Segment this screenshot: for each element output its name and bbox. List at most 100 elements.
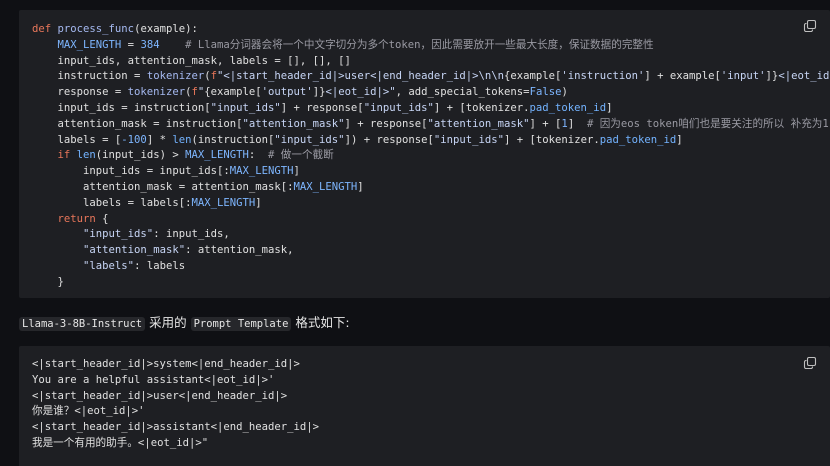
code-token: ] bbox=[357, 180, 364, 193]
code-token: 'input' bbox=[720, 70, 766, 83]
code-token: MAX_LENGTH bbox=[191, 196, 256, 209]
code-token: "input_ids" bbox=[433, 133, 505, 146]
code-token: { bbox=[95, 212, 109, 225]
code-token: "input_ids" bbox=[274, 133, 345, 146]
code-token: 384 bbox=[140, 38, 160, 51]
code-token: "input_ids" bbox=[83, 228, 154, 241]
code-token: } bbox=[32, 275, 64, 288]
code-token: "input_ids" bbox=[363, 101, 434, 114]
description-text-suffix: 格式如下: bbox=[291, 315, 350, 330]
code-token: ] bbox=[293, 165, 300, 178]
copy-icon bbox=[803, 19, 817, 33]
code-token: ]} bbox=[312, 86, 326, 99]
code-token: ] * bbox=[146, 133, 173, 146]
code-token: if bbox=[57, 149, 77, 162]
code-token: ] + [ bbox=[529, 117, 562, 130]
description-text: 采用的 bbox=[145, 315, 191, 330]
code-line: "input_ids": input_ids, bbox=[32, 227, 830, 243]
prompt-template-description: Llama-3-8B-Instruct 采用的 Prompt Template … bbox=[19, 313, 350, 334]
code-token: response = bbox=[32, 86, 128, 99]
code-token: "attention_mask" bbox=[83, 244, 186, 257]
code-line: if len(input_ids) > MAX_LENGTH: # 做一个截断 bbox=[32, 148, 830, 164]
code-token: <|eot_id|>" bbox=[325, 86, 396, 99]
code-line: labels = [-100] * len(instruction["input… bbox=[32, 133, 830, 149]
code-token: {example[ bbox=[504, 70, 562, 83]
code-token: ] bbox=[567, 117, 587, 130]
code-token: : bbox=[248, 149, 269, 162]
code-token: MAX_LENGTH bbox=[57, 38, 122, 51]
code-token: ] bbox=[676, 133, 683, 146]
code-line: input_ids = instruction["input_ids"] + r… bbox=[32, 101, 830, 117]
code-token: return bbox=[57, 212, 96, 225]
code-content: def process_func(example): MAX_LENGTH = … bbox=[32, 22, 830, 291]
code-token: ) bbox=[561, 86, 568, 99]
code-token: ] bbox=[255, 196, 262, 209]
code-token: len bbox=[172, 133, 192, 146]
code-token: 'output' bbox=[261, 86, 313, 99]
code-token: ] + [tokenizer. bbox=[433, 101, 530, 114]
code-token: <|eot_id|> bbox=[778, 70, 830, 83]
code-token: # 做一个截断 bbox=[268, 149, 334, 162]
code-token: : attention_mask, bbox=[185, 244, 294, 257]
copy-code-button[interactable] bbox=[803, 356, 817, 370]
code-token: pad_token_id bbox=[529, 101, 607, 114]
code-token: (example): bbox=[134, 23, 198, 35]
code-line: response = tokenizer(f"{example['output'… bbox=[32, 85, 830, 101]
copy-code-button[interactable] bbox=[803, 19, 817, 33]
code-token: "labels" bbox=[83, 259, 135, 272]
code-token: <|start_header_id|>system<|end_header_id… bbox=[32, 358, 300, 370]
code-token: def bbox=[32, 23, 58, 35]
code-token: labels = [ bbox=[32, 133, 122, 146]
code-line: <|start_header_id|>user<|end_header_id|> bbox=[32, 389, 319, 405]
code-token: 'instruction' bbox=[561, 70, 645, 83]
code-token: : labels bbox=[134, 259, 186, 272]
code-token: = bbox=[121, 38, 141, 51]
code-token: ] + example[ bbox=[644, 70, 721, 83]
code-token: "input_ids" bbox=[210, 101, 281, 114]
code-line: } bbox=[32, 275, 830, 291]
code-token: MAX_LENGTH bbox=[185, 149, 249, 162]
code-token: , add_special_tokens= bbox=[395, 86, 530, 99]
code-token: ] + response[ bbox=[280, 101, 364, 114]
code-token: "attention_mask" bbox=[427, 117, 530, 130]
copy-icon bbox=[803, 356, 817, 370]
code-token: input_ids = instruction[ bbox=[32, 101, 211, 114]
code-token: {example[ bbox=[204, 86, 262, 99]
code-token: : input_ids, bbox=[153, 228, 230, 241]
code-token: False bbox=[529, 86, 562, 99]
code-token: # Llama分词器会将一个中文字切分为多个token，因此需要放开一些最大长度… bbox=[185, 38, 654, 51]
code-line: return { bbox=[32, 212, 830, 228]
code-token: ] bbox=[606, 101, 613, 114]
code-token: 我是一个有用的助手。<|eot_id|>" bbox=[32, 436, 209, 449]
code-token: input_ids = input_ids[: bbox=[32, 165, 230, 178]
code-token: labels = labels[: bbox=[32, 196, 192, 209]
code-line: You are a helpful assistant<|eot_id|>' bbox=[32, 373, 319, 389]
code-line: attention_mask = attention_mask[:MAX_LEN… bbox=[32, 180, 830, 196]
code-token: attention_mask = attention_mask[: bbox=[32, 180, 294, 193]
code-line: 我是一个有用的助手。<|eot_id|>" bbox=[32, 436, 319, 452]
code-token: input_ids, attention_mask, labels = [], … bbox=[32, 54, 351, 67]
code-token: ] + response[ bbox=[344, 117, 428, 130]
code-line: labels = labels[:MAX_LENGTH] bbox=[32, 196, 830, 212]
code-token: ] + [tokenizer. bbox=[504, 133, 600, 146]
code-content: <|start_header_id|>system<|end_header_id… bbox=[32, 357, 319, 452]
code-token: MAX_LENGTH bbox=[229, 165, 294, 178]
code-line: input_ids = input_ids[:MAX_LENGTH] bbox=[32, 164, 830, 180]
code-token: tokenizer bbox=[127, 86, 186, 99]
code-token: "attention_mask" bbox=[242, 117, 345, 130]
code-token: -100 bbox=[121, 133, 147, 146]
code-token: attention_mask = instruction[ bbox=[32, 117, 243, 130]
code-line: MAX_LENGTH = 384 # Llama分词器会将一个中文字切分为多个t… bbox=[32, 38, 830, 54]
code-token: "<|start_header_id|>user<|end_header_id|… bbox=[217, 70, 505, 83]
code-token: process_func bbox=[57, 23, 135, 35]
code-line: <|start_header_id|>system<|end_header_id… bbox=[32, 357, 319, 373]
code-token: ]} bbox=[765, 70, 779, 83]
code-token: MAX_LENGTH bbox=[293, 180, 358, 193]
code-token: tokenizer bbox=[146, 70, 205, 83]
